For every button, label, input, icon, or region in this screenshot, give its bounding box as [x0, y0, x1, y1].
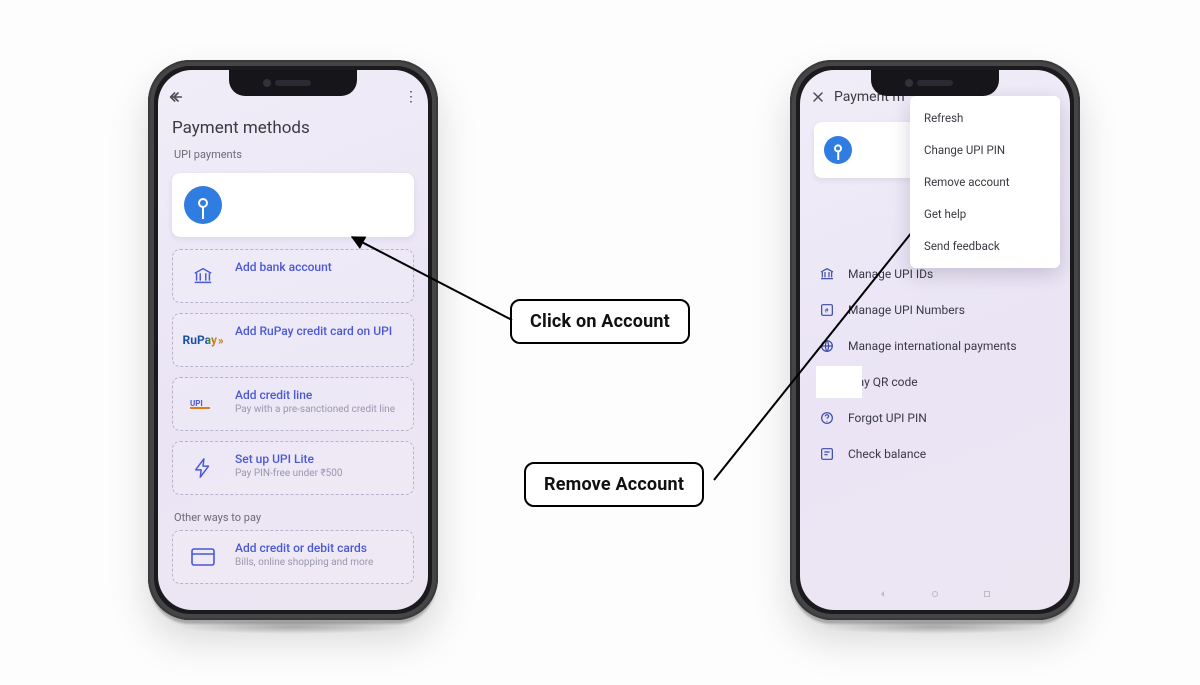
help-icon [818, 409, 836, 427]
opt-manage-intl[interactable]: Manage international payments [816, 330, 1054, 362]
opt-label: Manage UPI Numbers [848, 303, 965, 317]
phone-right-screen: Payment m Refresh Change UPI PIN Remove … [800, 70, 1070, 610]
balance-icon [818, 445, 836, 463]
overflow-menu-icon[interactable]: ⋮ [404, 90, 418, 104]
menu-send-feedback[interactable]: Send feedback [910, 230, 1060, 262]
add-bank-label: Add bank account [235, 260, 332, 274]
menu-refresh[interactable]: Refresh [910, 102, 1060, 134]
section-upi-label: UPI payments [158, 148, 428, 169]
add-credit-line-row[interactable]: UPI Add credit line Pay with a pre-sanct… [172, 377, 414, 431]
upi-lite-icon [183, 452, 223, 484]
phone-left: ⋮ Payment methods UPI payments Add bank … [148, 60, 438, 620]
callout-remove-account: Remove Account [524, 462, 704, 507]
add-cards-row[interactable]: Add credit or debit cards Bills, online … [172, 530, 414, 584]
bank-icon [818, 265, 836, 283]
bank-account-tile[interactable] [172, 173, 414, 237]
bank-icon [183, 260, 223, 292]
number-icon: # [818, 301, 836, 319]
card-icon [183, 541, 223, 573]
overflow-dropdown: Refresh Change UPI PIN Remove account Ge… [910, 96, 1060, 268]
account-options-list: Manage UPI IDs # Manage UPI Numbers Mana… [816, 258, 1054, 470]
phone-notch [229, 70, 357, 96]
add-cards-label: Add credit or debit cards [235, 541, 373, 555]
opt-label: Manage international payments [848, 339, 1017, 353]
upi-lite-label: Set up UPI Lite [235, 452, 343, 466]
diagram-stage: ⋮ Payment methods UPI payments Add bank … [0, 0, 1200, 685]
rupay-logo-icon: RuPay [183, 324, 223, 356]
menu-change-upi-pin[interactable]: Change UPI PIN [910, 134, 1060, 166]
opt-check-balance[interactable]: Check balance [816, 438, 1054, 470]
opt-forgot-pin[interactable]: Forgot UPI PIN [816, 402, 1054, 434]
upi-lite-row[interactable]: Set up UPI Lite Pay PIN-free under ₹500 [172, 441, 414, 495]
opt-manage-upi-numbers[interactable]: # Manage UPI Numbers [816, 294, 1054, 326]
nav-recent-icon [979, 586, 995, 602]
credit-line-label: Add credit line [235, 388, 395, 402]
nav-home-icon [927, 586, 943, 602]
menu-get-help[interactable]: Get help [910, 198, 1060, 230]
svg-text:#: # [824, 307, 829, 315]
upi-credit-icon: UPI [183, 388, 223, 420]
page-title: Payment methods [158, 112, 428, 148]
add-rupay-row[interactable]: RuPay Add RuPay credit card on UPI [172, 313, 414, 367]
close-icon[interactable] [810, 89, 826, 105]
svg-text:UPI: UPI [190, 399, 203, 408]
white-overlay [816, 366, 862, 398]
callout-click-account: Click on Account [510, 299, 690, 344]
sbi-logo-icon [824, 136, 852, 164]
menu-remove-account[interactable]: Remove account [910, 166, 1060, 198]
opt-label: Forgot UPI PIN [848, 411, 927, 425]
phone-left-screen: ⋮ Payment methods UPI payments Add bank … [158, 70, 428, 610]
section-other-label: Other ways to pay [158, 505, 428, 530]
phone-notch [871, 70, 999, 96]
opt-label: Manage UPI IDs [848, 267, 933, 281]
opt-label: Check balance [848, 447, 926, 461]
opt-display-qr[interactable]: play QR code [816, 366, 1054, 398]
add-bank-account-row[interactable]: Add bank account [172, 249, 414, 303]
nav-back-icon [875, 586, 891, 602]
add-rupay-label: Add RuPay credit card on UPI [235, 324, 392, 338]
back-arrow-icon[interactable] [168, 89, 184, 105]
add-cards-sub: Bills, online shopping and more [235, 557, 373, 569]
upi-lite-sub: Pay PIN-free under ₹500 [235, 468, 343, 480]
sbi-logo-icon [184, 186, 222, 224]
globe-icon [818, 337, 836, 355]
android-navbar [875, 584, 995, 604]
phone-right: Payment m Refresh Change UPI PIN Remove … [790, 60, 1080, 620]
credit-line-sub: Pay with a pre-sanctioned credit line [235, 404, 395, 416]
